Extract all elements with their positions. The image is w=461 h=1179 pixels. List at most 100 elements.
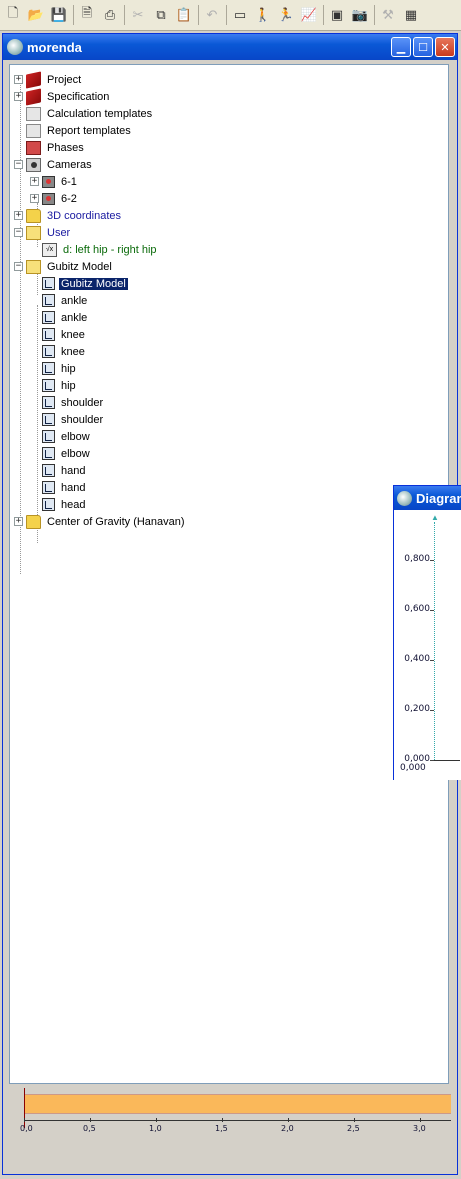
expand-icon[interactable]: + bbox=[14, 211, 23, 220]
diagram-plot[interactable]: ▲ 0,800 0,600 0,400 0,200 0,000 0,000 bbox=[394, 510, 460, 779]
expand-icon[interactable]: + bbox=[30, 194, 39, 203]
tree-item-3d-coordinates[interactable]: + 3D coordinates bbox=[14, 207, 123, 224]
tree-item-ankle[interactable]: ankle bbox=[30, 292, 89, 309]
diagram-window[interactable]: Diagram ▲ 0,800 0,600 0,400 0,200 0,000 … bbox=[393, 485, 461, 780]
undo-icon[interactable]: ↶ bbox=[203, 6, 221, 24]
toolbar: 🗋 📂 💾 🗎 ⎙ ✂ ⧉ 📋 ↶ ▭ 🚶 🏃 📈 ▣ 📷 ⚒ ▦ bbox=[0, 0, 461, 31]
tree-item-elbow[interactable]: elbow bbox=[30, 428, 92, 445]
tree-item-label: 3D coordinates bbox=[47, 209, 121, 222]
tree-item-label: Gubitz Model bbox=[59, 277, 128, 290]
copy-icon[interactable]: ⧉ bbox=[152, 6, 170, 24]
folder-icon bbox=[26, 208, 41, 223]
graph-icon bbox=[42, 413, 55, 426]
tree-item-knee[interactable]: knee bbox=[30, 343, 87, 360]
tree-item-hand[interactable]: hand bbox=[30, 462, 87, 479]
timeline[interactable]: 0,0 0,5 1,0 1,5 2,0 2,5 3,0 bbox=[9, 1088, 451, 1168]
tree-item-shoulder[interactable]: shoulder bbox=[30, 394, 105, 411]
open-folder-icon bbox=[26, 225, 41, 240]
tree-item-label: Calculation templates bbox=[47, 107, 153, 120]
open-icon[interactable]: 📂 bbox=[27, 6, 45, 24]
timeline-label: 0,0 bbox=[20, 1124, 33, 1133]
timeline-tick bbox=[354, 1118, 355, 1122]
maximize-button[interactable]: ☐ bbox=[413, 37, 433, 57]
tree-item-gubitz-model-folder[interactable]: − Gubitz Model bbox=[14, 258, 114, 275]
app-icon bbox=[397, 490, 412, 506]
graph-icon bbox=[42, 430, 55, 443]
tree-item-gubitz-model[interactable]: Gubitz Model bbox=[30, 275, 128, 292]
y-tick-label: 0,600 bbox=[404, 604, 430, 614]
diagram-titlebar[interactable]: Diagram bbox=[394, 486, 461, 510]
expand-icon[interactable]: + bbox=[14, 75, 23, 84]
collapse-icon[interactable]: − bbox=[14, 228, 23, 237]
expand-icon[interactable]: + bbox=[14, 517, 23, 526]
timeline-range-bar[interactable] bbox=[24, 1094, 451, 1114]
graph-icon bbox=[42, 345, 55, 358]
tree-item-center-of-gravity[interactable]: + Center of Gravity (Hanavan) bbox=[14, 513, 187, 530]
camera-folder-icon bbox=[26, 157, 41, 172]
tool-icon[interactable]: ⚒ bbox=[379, 6, 397, 24]
tree-item-report-templates[interactable]: Report templates bbox=[14, 122, 133, 139]
figure-run-icon[interactable]: 🏃 bbox=[277, 6, 295, 24]
tree-item-label: Center of Gravity (Hanavan) bbox=[47, 515, 185, 528]
tree-item-shoulder[interactable]: shoulder bbox=[30, 411, 105, 428]
tree-item-user[interactable]: − User bbox=[14, 224, 72, 241]
tree-item-hip[interactable]: hip bbox=[30, 360, 78, 377]
tree-item-knee[interactable]: knee bbox=[30, 326, 87, 343]
tree-item-label: Report templates bbox=[47, 124, 131, 137]
tree-item-project[interactable]: + Project bbox=[14, 70, 83, 89]
timeline-cursor[interactable] bbox=[24, 1088, 25, 1128]
collapse-icon[interactable]: − bbox=[14, 160, 23, 169]
calculator-icon[interactable]: ▦ bbox=[402, 6, 420, 24]
toolbar-separator bbox=[226, 5, 227, 25]
window-titlebar[interactable]: morenda ▁ ☐ ✕ bbox=[3, 34, 457, 60]
graph-icon bbox=[42, 396, 55, 409]
figure-icon[interactable]: 🚶 bbox=[254, 6, 272, 24]
tree-item-distance[interactable]: √x d: left hip - right hip bbox=[30, 241, 159, 258]
display-icon[interactable]: ▣ bbox=[328, 6, 346, 24]
template-icon bbox=[26, 123, 41, 138]
tree-item-camera-6-2[interactable]: + 6-2 bbox=[30, 190, 79, 207]
tree-item-ankle[interactable]: ankle bbox=[30, 309, 89, 326]
print-icon[interactable]: ⎙ bbox=[101, 6, 119, 24]
timeline-tick bbox=[222, 1118, 223, 1122]
tree-item-cameras[interactable]: − Cameras bbox=[14, 156, 94, 173]
tree-item-camera-6-1[interactable]: + 6-1 bbox=[30, 173, 79, 190]
tree-item-label: Gubitz Model bbox=[47, 260, 112, 273]
x-axis bbox=[434, 760, 460, 761]
window-icon[interactable]: ▭ bbox=[231, 6, 249, 24]
tree-item-specification[interactable]: + Specification bbox=[14, 87, 111, 106]
tree-item-hip[interactable]: hip bbox=[30, 377, 78, 394]
tree-item-phases[interactable]: Phases bbox=[14, 139, 86, 156]
tree-item-label: Project bbox=[47, 73, 82, 86]
timeline-axis bbox=[24, 1120, 451, 1121]
new-icon[interactable]: 🗋 bbox=[4, 6, 22, 24]
book-icon bbox=[26, 87, 41, 106]
camera-icon[interactable]: 📷 bbox=[351, 6, 369, 24]
chart-icon[interactable]: 📈 bbox=[300, 6, 318, 24]
tree-item-calculation-templates[interactable]: Calculation templates bbox=[14, 105, 154, 122]
project-tree[interactable]: + Project + Specification Calculation te… bbox=[9, 64, 449, 1084]
save-icon[interactable]: 💾 bbox=[50, 6, 68, 24]
minimize-button[interactable]: ▁ bbox=[391, 37, 411, 57]
collapse-icon[interactable]: − bbox=[14, 262, 23, 271]
graph-icon bbox=[42, 328, 55, 341]
expand-icon[interactable]: + bbox=[14, 92, 23, 101]
paste-icon[interactable]: 📋 bbox=[175, 6, 193, 24]
timeline-label: 3,0 bbox=[413, 1124, 426, 1133]
tree-item-label: elbow bbox=[61, 430, 90, 443]
tree-item-head[interactable]: head bbox=[30, 496, 87, 513]
close-button[interactable]: ✕ bbox=[435, 37, 455, 57]
tree-item-label: 6-1 bbox=[61, 175, 77, 188]
cut-icon[interactable]: ✂ bbox=[129, 6, 147, 24]
expand-icon[interactable]: + bbox=[30, 177, 39, 186]
tree-item-hand[interactable]: hand bbox=[30, 479, 87, 496]
timeline-tick bbox=[288, 1118, 289, 1122]
folder-icon bbox=[26, 514, 41, 529]
tree-item-elbow[interactable]: elbow bbox=[30, 445, 92, 462]
tree-item-label: hip bbox=[61, 362, 76, 375]
print-preview-icon[interactable]: 🗎 bbox=[78, 6, 96, 24]
diagram-title: Diagram bbox=[416, 490, 461, 506]
timeline-tick bbox=[156, 1118, 157, 1122]
camera-icon bbox=[42, 175, 55, 188]
tree-item-label: knee bbox=[61, 345, 85, 358]
